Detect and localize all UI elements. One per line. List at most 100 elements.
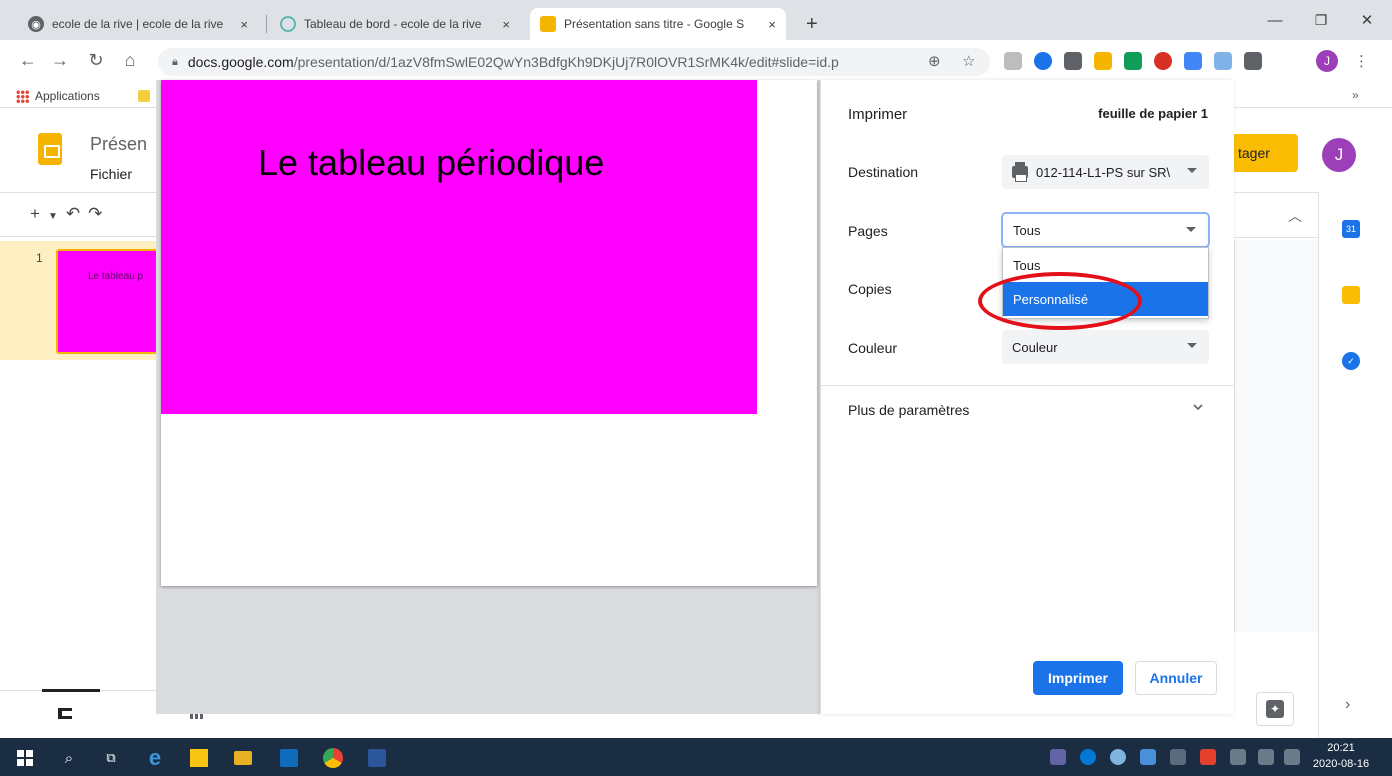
chrome-icon[interactable] xyxy=(323,748,343,768)
calendar-icon[interactable]: 31 xyxy=(1342,220,1360,238)
bookmark-folder-icon[interactable] xyxy=(138,90,150,102)
word-icon[interactable] xyxy=(368,749,386,767)
filmstrip-view-icon[interactable] xyxy=(58,708,72,719)
edge-icon[interactable]: e xyxy=(144,745,166,770)
globe-icon: ◉ xyxy=(28,16,44,32)
bookmarks-overflow-icon[interactable]: » xyxy=(1352,88,1359,102)
pages-option-personnalise[interactable]: Personnalisé xyxy=(1003,282,1208,316)
browser-tab-strip: ◉ ecole de la rive | ecole de la rive × … xyxy=(0,0,1392,40)
pages-select[interactable]: Tous xyxy=(1002,213,1209,247)
profile-avatar[interactable]: J xyxy=(1316,50,1338,72)
undo-icon[interactable]: ↶ xyxy=(66,204,88,223)
extension-icon[interactable] xyxy=(1004,52,1022,70)
back-arrow-icon[interactable]: ← xyxy=(16,50,40,71)
sticky-notes-icon[interactable] xyxy=(190,749,208,767)
extension-compass-icon[interactable] xyxy=(1034,52,1052,70)
taskbar-clock[interactable]: 20:21 2020-08-16 xyxy=(1302,740,1380,772)
explore-button[interactable]: ✦ xyxy=(1256,692,1294,726)
slide-title: Le tableau périodique xyxy=(258,142,605,183)
volume-icon[interactable] xyxy=(1284,749,1300,765)
settings-divider xyxy=(821,385,1235,386)
print-button[interactable]: Imprimer xyxy=(1033,661,1123,695)
chevron-right-icon[interactable]: › xyxy=(1345,696,1350,714)
dashboard-favicon-icon xyxy=(280,16,296,32)
print-dialog: Imprimer feuille de papier 1 Destination… xyxy=(820,80,1235,714)
extension-thumb-icon[interactable] xyxy=(1094,52,1112,70)
onedrive-tray-icon[interactable] xyxy=(1080,749,1096,765)
new-tab-button[interactable]: + xyxy=(796,8,830,40)
apps-grid-icon xyxy=(16,89,29,103)
wifi-icon[interactable] xyxy=(1258,749,1274,765)
close-tab-icon[interactable]: × xyxy=(768,17,776,32)
tray-icon[interactable] xyxy=(1140,749,1156,765)
color-select[interactable]: Couleur xyxy=(1002,330,1209,364)
close-tab-icon[interactable]: × xyxy=(502,17,510,32)
tab-ecole-de-la-rive[interactable]: ◉ ecole de la rive | ecole de la rive × xyxy=(18,8,258,40)
tray-icon[interactable] xyxy=(1110,749,1126,765)
minimize-button[interactable]: — xyxy=(1252,6,1298,34)
destination-label: Destination xyxy=(848,164,919,180)
tab-tableau-de-bord[interactable]: Tableau de bord - ecole de la rive × xyxy=(270,8,520,40)
tab-title: Présentation sans titre - Google S xyxy=(564,17,745,31)
cast-icon[interactable] xyxy=(1214,52,1232,70)
pages-option-tous[interactable]: Tous xyxy=(1003,248,1208,282)
file-explorer-icon[interactable] xyxy=(234,751,252,765)
slide-number: 1 xyxy=(36,251,43,265)
extension-grid-icon[interactable] xyxy=(1064,52,1082,70)
address-bar[interactable]: 🔒︎ docs.google.com/presentation/d/1azV8f… xyxy=(158,48,990,76)
destination-select[interactable]: 012-114-L1-PS sur SR\ xyxy=(1002,155,1209,189)
restore-button[interactable]: ❐ xyxy=(1298,6,1344,34)
forward-arrow-icon[interactable]: → xyxy=(48,50,72,71)
chevron-down-icon[interactable] xyxy=(1193,402,1203,412)
print-dialog-title: Imprimer xyxy=(848,106,908,123)
document-title[interactable]: Présen xyxy=(90,134,147,155)
color-label: Couleur xyxy=(848,340,898,356)
share-button[interactable]: tager xyxy=(1232,134,1298,172)
more-settings-toggle[interactable]: Plus de paramètres xyxy=(848,402,969,418)
edit-toolbar: +▼↶↷ xyxy=(30,204,110,224)
task-view-icon[interactable]: ⧉ xyxy=(100,747,122,769)
url-path: /presentation/d/1azV8fmSwlE02QwYn3BdfgKh… xyxy=(293,54,839,70)
close-tab-icon[interactable]: × xyxy=(240,17,248,32)
bookmark-applications[interactable]: Applications xyxy=(16,89,100,103)
slides-logo-icon[interactable] xyxy=(38,133,62,165)
zoom-icon[interactable]: ⊕ xyxy=(928,52,941,70)
battery-icon[interactable] xyxy=(1230,749,1246,765)
tab-presentation[interactable]: Présentation sans titre - Google S × xyxy=(530,8,786,40)
user-avatar[interactable]: J xyxy=(1322,138,1356,172)
chevron-down-icon xyxy=(1187,343,1197,348)
slide-thumbnail[interactable]: Le tableau p xyxy=(56,249,160,354)
tray-icon[interactable] xyxy=(1200,749,1216,765)
slides-favicon-icon xyxy=(540,16,556,32)
side-panel xyxy=(1234,240,1318,632)
home-icon[interactable]: ⌂ xyxy=(118,50,142,71)
tray-icon[interactable] xyxy=(1170,749,1186,765)
tasks-icon[interactable]: ✓ xyxy=(1342,352,1360,370)
chevron-down-icon xyxy=(1187,168,1197,173)
chevron-up-icon[interactable]: ︿ xyxy=(1288,206,1302,226)
keep-icon[interactable] xyxy=(1342,286,1360,304)
pages-dropdown-list: Tous Personnalisé xyxy=(1002,247,1209,319)
sheet-count: feuille de papier 1 xyxy=(1098,106,1208,121)
cancel-button[interactable]: Annuler xyxy=(1135,661,1217,695)
pages-label: Pages xyxy=(848,223,888,239)
teams-tray-icon[interactable] xyxy=(1050,749,1066,765)
puzzle-extensions-icon[interactable] xyxy=(1244,52,1262,70)
reload-icon[interactable]: ↻ xyxy=(84,50,108,71)
translate-icon[interactable] xyxy=(1184,52,1202,70)
outlook-icon[interactable] xyxy=(280,749,298,767)
drive-icon[interactable] xyxy=(1124,52,1142,70)
redo-icon[interactable]: ↷ xyxy=(88,204,110,223)
chevron-down-icon[interactable]: ▼ xyxy=(48,211,66,222)
copies-label: Copies xyxy=(848,281,892,297)
explore-icon: ✦ xyxy=(1266,700,1284,718)
adblock-icon[interactable] xyxy=(1154,52,1172,70)
bookmark-star-icon[interactable]: ☆ xyxy=(962,52,975,70)
menu-file[interactable]: Fichier xyxy=(90,166,132,182)
preview-slide: Le tableau périodique xyxy=(161,80,757,414)
window-close-button[interactable]: ✕ xyxy=(1344,6,1390,34)
windows-start-icon[interactable] xyxy=(14,747,36,769)
kebab-menu-icon[interactable]: ⋮ xyxy=(1354,52,1369,70)
search-icon[interactable]: ⌕ xyxy=(58,747,80,769)
add-slide-icon[interactable]: + xyxy=(30,204,48,223)
